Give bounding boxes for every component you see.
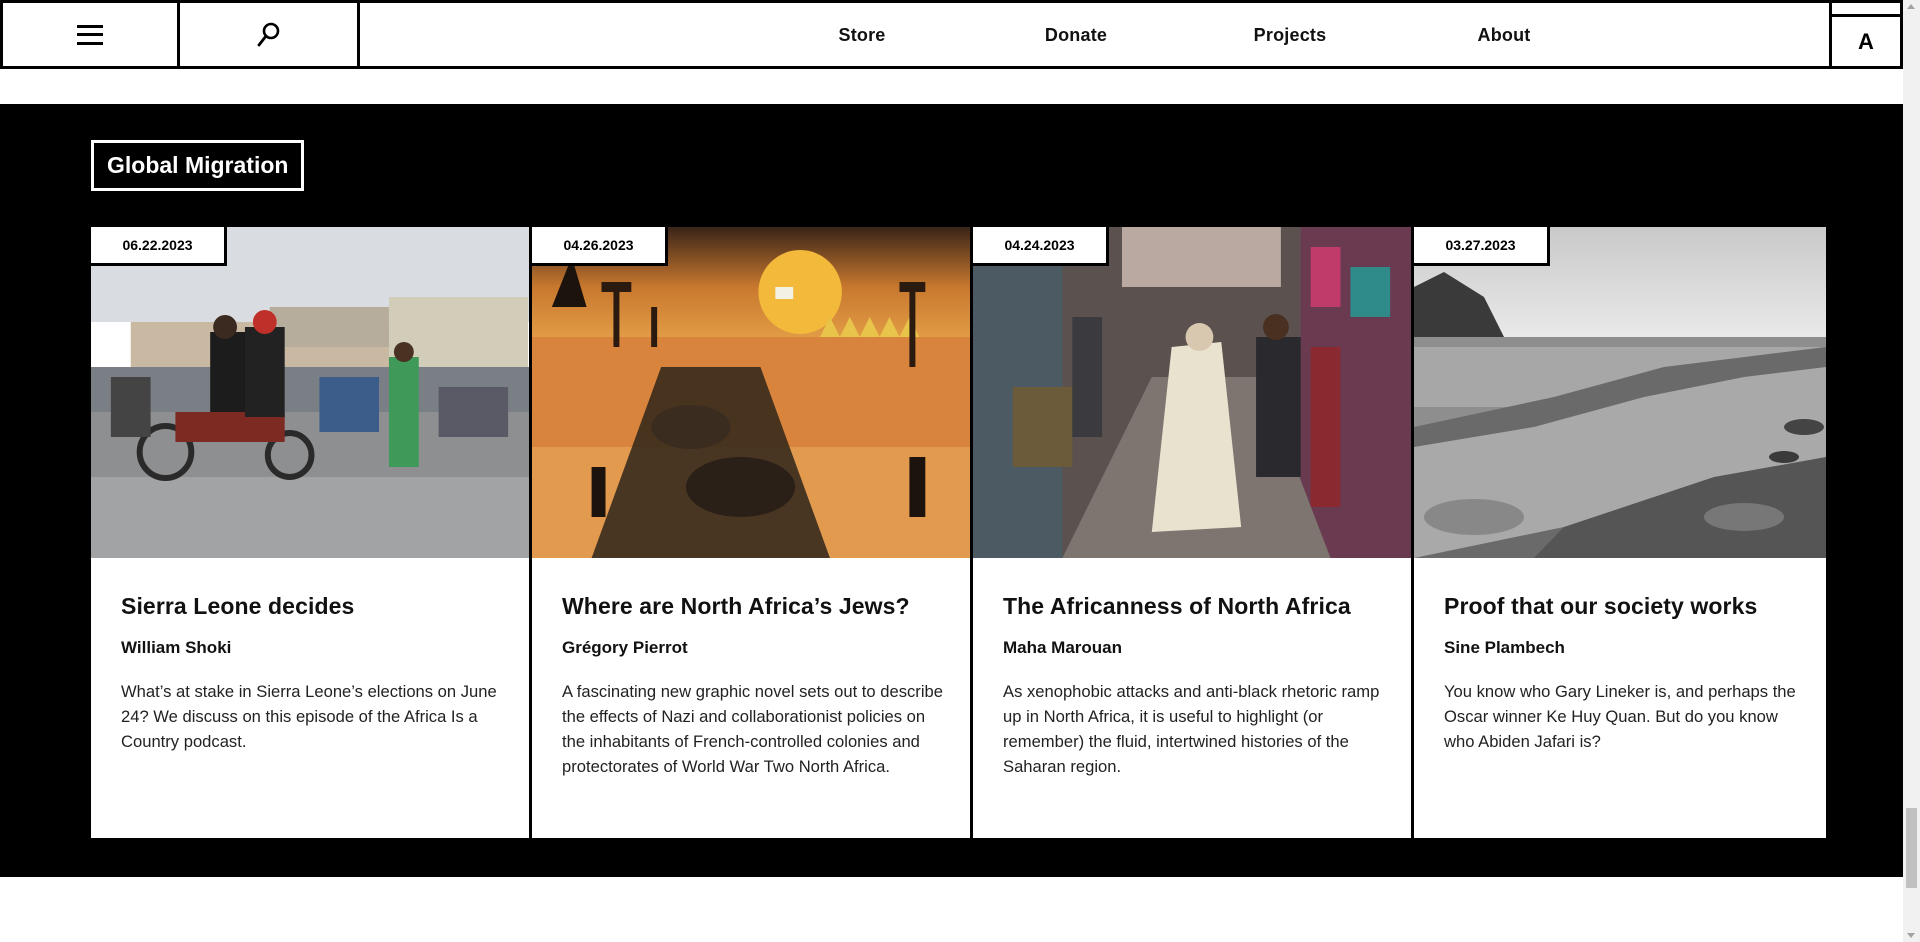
article-author[interactable]: William Shoki: [121, 638, 505, 658]
global-migration-section: Global Migration 06.22.2023 Sierra Leone…: [0, 104, 1903, 877]
article-date: 04.24.2023: [973, 227, 1109, 266]
page-scrollbar[interactable]: [1903, 0, 1920, 942]
article-date: 06.22.2023: [91, 227, 227, 266]
article-body: Sierra Leone decides William Shoki What’…: [121, 592, 505, 754]
search-icon: [257, 22, 279, 46]
article-description: What’s at stake in Sierra Leone’s electi…: [121, 682, 497, 751]
scrollbar-thumb[interactable]: [1906, 808, 1917, 888]
scroll-down-arrow-icon[interactable]: [1907, 933, 1915, 938]
nav-about-link[interactable]: About: [1478, 25, 1531, 46]
article-cards: 06.22.2023 Sierra Leone decides William …: [91, 227, 1826, 838]
article-description: You know who Gary Lineker is, and perhap…: [1444, 682, 1796, 751]
nav-projects-link[interactable]: Projects: [1254, 25, 1327, 46]
article-description: As xenophobic attacks and anti-black rhe…: [1003, 682, 1380, 776]
article-date: 04.26.2023: [532, 227, 668, 266]
motorcycles-photo: [91, 227, 529, 558]
article-author[interactable]: Sine Plambech: [1444, 638, 1802, 658]
article-image-market[interactable]: [973, 227, 1411, 558]
hamburger-menu-icon: [77, 24, 103, 45]
menu-button[interactable]: [3, 3, 180, 66]
accessibility-panel: A: [1832, 3, 1900, 66]
article-image-motorcycles[interactable]: [91, 227, 529, 558]
article-title[interactable]: The Africanness of North Africa: [1003, 592, 1387, 620]
article-image-illustration[interactable]: [532, 227, 970, 558]
article-description: A fascinating new graphic novel sets out…: [562, 682, 943, 776]
article-card[interactable]: 04.24.2023 The Africanness of North Afri…: [973, 227, 1414, 838]
article-card[interactable]: 03.27.2023 Proof that our society works …: [1414, 227, 1826, 838]
header-divider: [1832, 3, 1900, 17]
site-header: Store Donate Projects About A: [0, 0, 1903, 69]
section-title[interactable]: Global Migration: [91, 140, 305, 191]
article-card[interactable]: 06.22.2023 Sierra Leone decides William …: [91, 227, 532, 838]
article-date: 03.27.2023: [1414, 227, 1550, 266]
main-navigation: Store Donate Projects About: [360, 3, 1832, 66]
scroll-up-arrow-icon[interactable]: [1907, 4, 1915, 9]
accessibility-button[interactable]: A: [1858, 17, 1874, 66]
article-title[interactable]: Proof that our society works: [1444, 592, 1802, 620]
article-title[interactable]: Where are North Africa’s Jews?: [562, 592, 946, 620]
article-author[interactable]: Grégory Pierrot: [562, 638, 946, 658]
nav-donate-link[interactable]: Donate: [1045, 25, 1107, 46]
article-body: Proof that our society works Sine Plambe…: [1444, 592, 1802, 754]
article-image-coast[interactable]: [1414, 227, 1826, 558]
nav-store-link[interactable]: Store: [838, 25, 885, 46]
article-author[interactable]: Maha Marouan: [1003, 638, 1387, 658]
rocky-coast-photo: [1414, 227, 1826, 558]
article-body: The Africanness of North Africa Maha Mar…: [1003, 592, 1387, 779]
article-body: Where are North Africa’s Jews? Grégory P…: [562, 592, 946, 779]
market-street-photo: [973, 227, 1411, 558]
search-button[interactable]: [180, 3, 360, 66]
article-card[interactable]: 04.26.2023 Where are North Africa’s Jews…: [532, 227, 973, 838]
article-title[interactable]: Sierra Leone decides: [121, 592, 505, 620]
desert-illustration: [532, 227, 970, 558]
